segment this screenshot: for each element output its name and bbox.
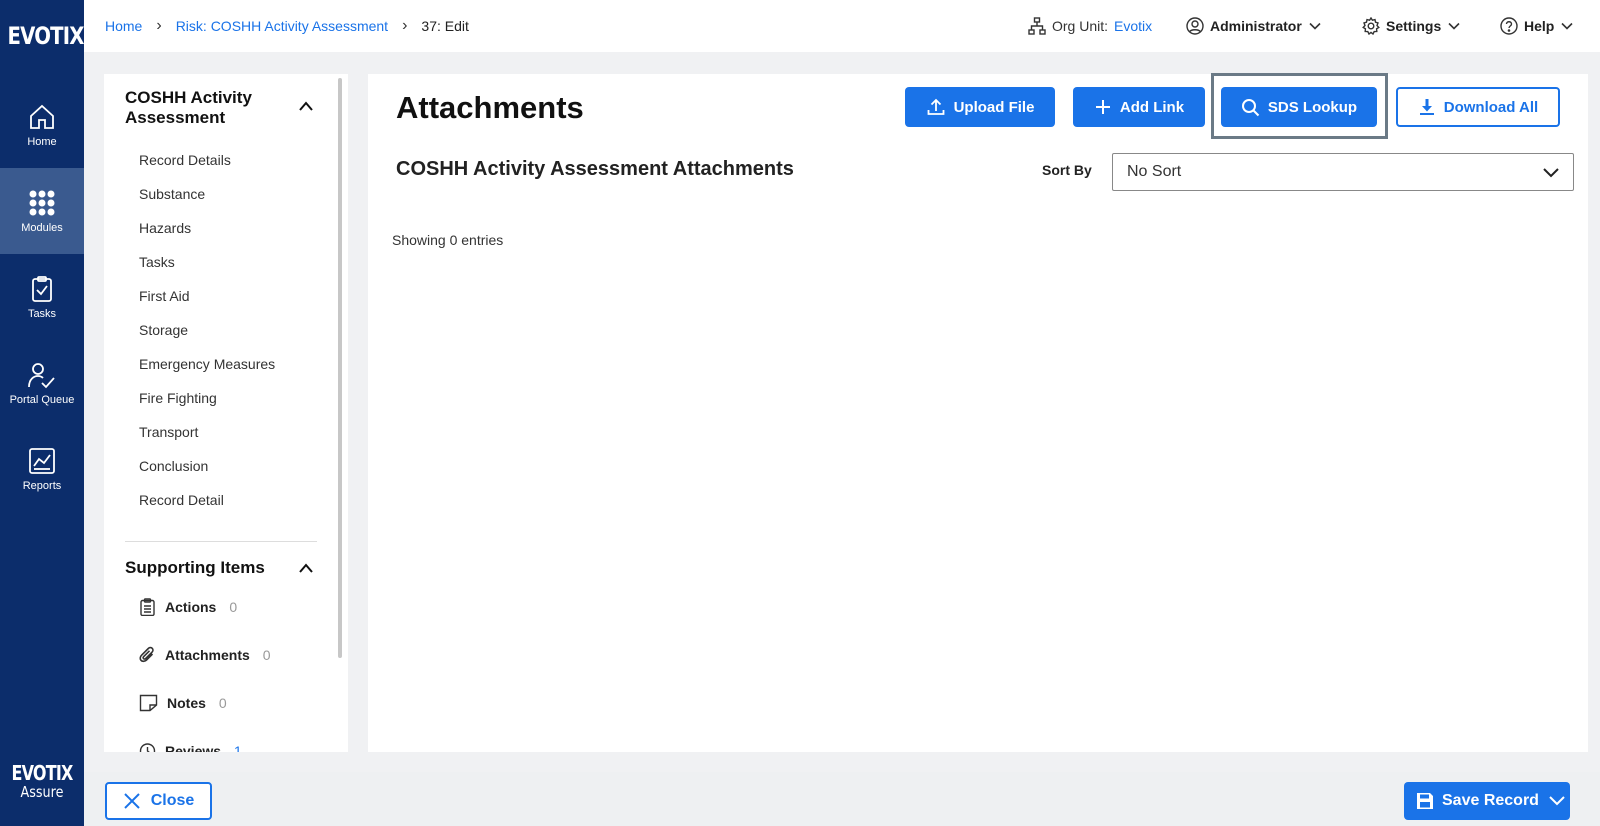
help-circle-icon — [1500, 17, 1518, 35]
rail-item-modules[interactable]: Modules — [0, 168, 84, 254]
rail-item-home[interactable]: Home — [0, 82, 84, 168]
rail-label-portal-queue: Portal Queue — [9, 394, 75, 406]
save-icon — [1416, 792, 1434, 810]
sidebar-item-hazards[interactable]: Hazards — [139, 220, 191, 236]
sort-by-label: Sort By — [1042, 162, 1092, 178]
notes-count: 0 — [218, 695, 227, 711]
settings-label: Settings — [1386, 18, 1442, 34]
plus-icon — [1094, 98, 1112, 116]
top-bar: Home › Risk: COSHH Activity Assessment ›… — [84, 0, 1600, 52]
left-rail: EVOTIX Home Modules Tasks Portal Queue R… — [0, 0, 84, 826]
note-icon — [139, 694, 158, 712]
supporting-items-title: Supporting Items — [125, 558, 265, 577]
sort-by-value: No Sort — [1127, 163, 1182, 180]
sidebar-item-first-aid[interactable]: First Aid — [139, 288, 190, 304]
paperclip-icon — [139, 646, 156, 664]
user-name: Administrator — [1210, 18, 1302, 34]
chevron-up-icon[interactable] — [298, 100, 314, 112]
clipboard-check-icon — [27, 274, 57, 304]
gear-icon — [1362, 17, 1380, 35]
sidebar-item-tasks[interactable]: Tasks — [139, 254, 175, 270]
save-options-toggle[interactable] — [1544, 782, 1570, 820]
supporting-item-attachments[interactable]: Attachments 0 — [139, 646, 271, 664]
sidebar-item-substance[interactable]: Substance — [139, 186, 205, 202]
breadcrumb: Home › Risk: COSHH Activity Assessment ›… — [105, 0, 469, 52]
download-icon — [1418, 97, 1436, 117]
chevron-down-icon — [1560, 19, 1574, 33]
attachments-count: 0 — [262, 647, 271, 663]
user-circle-icon — [1186, 17, 1204, 35]
chevron-down-icon — [1308, 19, 1322, 33]
org-unit[interactable]: Org Unit: Evotix — [1028, 0, 1152, 52]
chevron-up-icon[interactable] — [298, 562, 314, 574]
modules-grid-icon — [27, 188, 57, 218]
user-check-icon — [26, 360, 58, 390]
chevron-right-icon: › — [402, 17, 408, 34]
attachments-panel: Attachments Upload File Add Link SDS Loo… — [368, 73, 1588, 752]
download-all-button[interactable]: Download All — [1396, 87, 1560, 127]
settings-menu[interactable]: Settings — [1362, 0, 1461, 52]
rail-label-reports: Reports — [22, 480, 62, 492]
clipboard-list-icon — [139, 598, 156, 616]
review-icon — [139, 742, 156, 752]
sidebar-item-storage[interactable]: Storage — [139, 322, 188, 338]
actions-count: 0 — [229, 599, 238, 615]
chevron-right-icon: › — [156, 17, 162, 34]
sidebar-item-emergency-measures[interactable]: Emergency Measures — [139, 356, 275, 372]
rail-label-home: Home — [27, 136, 57, 148]
rail-item-portal-queue[interactable]: Portal Queue — [0, 340, 84, 426]
help-menu[interactable]: Help — [1500, 0, 1574, 52]
supporting-item-notes[interactable]: Notes 0 — [139, 694, 227, 712]
sort-by-select[interactable]: No Sort — [1112, 153, 1574, 191]
save-record-split-button: Save Record — [1404, 782, 1570, 820]
save-record-button[interactable]: Save Record — [1404, 782, 1544, 820]
sidebar-section-title: COSHH Activity Assessment — [125, 88, 252, 127]
user-menu[interactable]: Administrator — [1186, 0, 1322, 52]
close-button[interactable]: Close — [105, 782, 212, 820]
sds-lookup-button[interactable]: SDS Lookup — [1221, 87, 1377, 127]
org-unit-label: Org Unit: — [1052, 18, 1109, 34]
footer-bar: Close Save Record — [84, 772, 1600, 826]
evotix-assure-logo: EVOTIX Assure — [11, 761, 73, 801]
rail-item-tasks[interactable]: Tasks — [0, 254, 84, 340]
supporting-item-reviews[interactable]: Reviews 1 — [139, 742, 242, 752]
add-link-button[interactable]: Add Link — [1073, 87, 1205, 127]
breadcrumb-current: 37: Edit — [421, 18, 469, 34]
attachments-subtitle: COSHH Activity Assessment Attachments — [396, 158, 794, 180]
record-sidebar: COSHH Activity Assessment Record Details… — [104, 74, 348, 752]
search-icon — [1241, 98, 1260, 117]
chevron-down-icon — [1447, 19, 1461, 33]
upload-icon — [926, 97, 946, 117]
sidebar-item-record-detail[interactable]: Record Detail — [139, 492, 224, 508]
sidebar-scrollbar[interactable] — [338, 78, 342, 658]
sidebar-item-fire-fighting[interactable]: Fire Fighting — [139, 390, 217, 406]
sidebar-divider — [125, 541, 317, 542]
chart-icon — [27, 446, 57, 476]
close-icon — [123, 792, 141, 810]
evotix-logo: EVOTIX — [7, 22, 85, 50]
reviews-count: 1 — [234, 743, 242, 752]
rail-label-tasks: Tasks — [27, 308, 57, 320]
sidebar-item-record-details[interactable]: Record Details — [139, 152, 231, 168]
supporting-item-actions[interactable]: Actions 0 — [139, 598, 237, 616]
help-label: Help — [1524, 18, 1555, 34]
rail-item-reports[interactable]: Reports — [0, 426, 84, 512]
sidebar-item-transport[interactable]: Transport — [139, 424, 198, 440]
home-icon — [27, 102, 57, 132]
page-title: Attachments — [396, 90, 584, 125]
chevron-down-icon — [1548, 794, 1566, 808]
org-unit-value[interactable]: Evotix — [1114, 18, 1152, 34]
breadcrumb-home[interactable]: Home — [105, 18, 142, 34]
rail-label-modules: Modules — [21, 222, 63, 234]
showing-entries: Showing 0 entries — [392, 232, 504, 248]
sidebar-item-conclusion[interactable]: Conclusion — [139, 458, 208, 474]
upload-file-button[interactable]: Upload File — [905, 87, 1055, 127]
chevron-down-icon — [1541, 163, 1561, 181]
org-tree-icon — [1028, 17, 1046, 35]
breadcrumb-module[interactable]: Risk: COSHH Activity Assessment — [176, 18, 388, 34]
